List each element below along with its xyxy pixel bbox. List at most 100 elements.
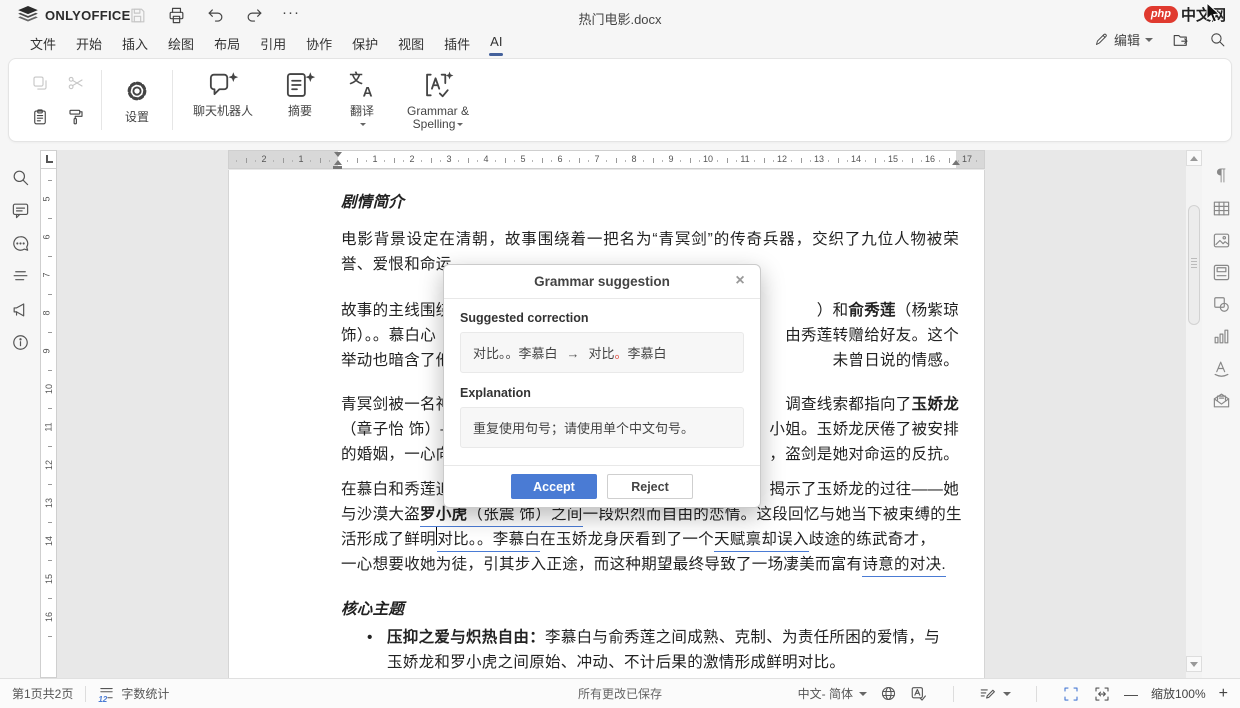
copy-button[interactable] [27,70,53,96]
summary-doc-icon [283,70,317,100]
zoom-level[interactable]: 缩放100% [1151,685,1206,702]
cut-button[interactable] [63,70,89,96]
shape-settings-icon[interactable] [1212,295,1231,314]
doc-line: 剧情简介 [341,190,959,215]
translate-button[interactable]: 文A 翻译 [339,66,385,135]
doc-text: 压抑之爱与炽热自由： [387,625,545,650]
dialog-header[interactable]: Grammar suggestion × [444,265,760,299]
h-ruler: 211234567891011121314151617 [228,150,985,169]
language-label: 中文- 简体 [798,685,853,702]
settings-label: 设置 [125,111,149,124]
doc-text: ，盗剑是她对命运的反抗。 [769,442,959,467]
doc-line: 电影背景设定在清朝，故事围绕着一把名为“青冥剑”的传奇兵器，交织了九位人物被荣 [341,227,959,252]
divider [101,70,102,130]
doc-text: 核心主题 [341,597,404,622]
tab-文件[interactable]: 文件 [20,30,66,56]
language-selector[interactable]: 中文- 简体 [798,685,867,702]
page-indicator[interactable]: 第1页共2页 [12,685,73,702]
app-header: ONLYOFFICE ··· 热门电影.docx php 中文网 文件开始插入绘… [0,0,1240,56]
scroll-up-button[interactable] [1186,150,1202,166]
chat-icon[interactable] [11,234,30,253]
table-settings-icon[interactable] [1212,199,1231,218]
spell-check-icon[interactable] [910,685,928,703]
tab-保护[interactable]: 保护 [342,30,388,56]
accept-button[interactable]: Accept [511,474,597,499]
left-indent-marker[interactable] [333,166,342,169]
chart-settings-icon[interactable] [1212,327,1231,346]
track-changes-button[interactable] [979,685,1011,703]
v-scrollbar-thumb[interactable] [1188,205,1200,325]
explanation-box: 重复使用句号；请使用单个中文句号。 [460,407,744,448]
paragraph-settings-icon[interactable]: ¶ [1216,166,1227,186]
tab-AI[interactable]: AI [480,30,512,56]
php-badge: php [1144,6,1178,23]
find-icon[interactable] [11,168,30,187]
hanging-indent-marker[interactable] [334,160,342,165]
first-line-indent-marker[interactable] [334,152,342,157]
doc-text: 举动也暗含了他 [341,348,452,373]
paste-button[interactable] [27,104,53,130]
grammar-suggestion-dialog: Grammar suggestion × Suggested correctio… [443,264,761,508]
doc-text: 誉、爱恨和命运 [341,252,452,277]
print-button[interactable] [165,5,187,27]
undo-button[interactable] [204,5,226,27]
word-count-button[interactable]: 12 字数统计 [98,685,169,702]
tab-插入[interactable]: 插入 [112,30,158,56]
tab-布局[interactable]: 布局 [204,30,250,56]
right-indent-marker[interactable] [952,160,960,165]
more-actions-button[interactable]: ··· [282,4,300,27]
chevron-down-icon [457,123,463,126]
tab-插件[interactable]: 插件 [434,30,480,56]
grammar-label-1: Grammar & [407,104,469,118]
open-file-location-button[interactable] [1171,31,1191,49]
tab-绘图[interactable]: 绘图 [158,30,204,56]
about-info-icon[interactable] [11,333,30,352]
app-logo: ONLYOFFICE [18,6,131,24]
doc-text: 电影背景设定在清朝，故事围绕着一把名为“青冥剑”的传奇兵器，交织了九位人物被荣 [341,231,959,248]
reject-button[interactable]: Reject [607,474,693,499]
ruler-corner-tab-selector[interactable] [40,150,57,169]
doc-text: （杨紫琼 [896,298,959,323]
doc-text: 与沙漠大盗 [341,502,420,527]
image-settings-icon[interactable] [1212,231,1231,250]
ai-toolbar: 设置 聊天机器人 摘要 文A 翻译 Grammar &Spelling [8,58,1232,142]
grammar-flagged-text: 天赋禀却误入 [714,527,809,552]
tab-协作[interactable]: 协作 [296,30,342,56]
tab-视图[interactable]: 视图 [388,30,434,56]
fit-width-button[interactable] [1093,685,1111,703]
zoom-out-button[interactable]: — [1124,686,1138,702]
ai-settings-button[interactable]: 设置 [114,72,160,128]
set-document-language-icon[interactable] [880,685,897,702]
doc-text: 剧情简介 [341,190,404,215]
close-icon[interactable]: × [730,271,750,291]
scroll-down-button[interactable] [1186,656,1202,672]
save-button[interactable] [126,5,148,27]
grammar-spelling-button[interactable]: Grammar &Spelling [399,66,477,135]
navigation-headings-icon[interactable] [11,267,30,286]
fit-page-button[interactable] [1062,685,1080,703]
grammar-label-2: Spelling [413,117,456,131]
header-footer-settings-icon[interactable] [1212,263,1231,282]
right-panel: ¶ [1202,150,1240,678]
chat-sparkle-icon [206,70,240,100]
mail-merge-icon[interactable] [1212,391,1231,410]
left-panel [0,150,40,678]
tab-开始[interactable]: 开始 [66,30,112,56]
doc-text: 故事的主线围绕 [341,298,452,323]
redo-button[interactable] [243,5,265,27]
search-button[interactable] [1209,31,1226,48]
summarize-button[interactable]: 摘要 [275,66,325,122]
tab-引用[interactable]: 引用 [250,30,296,56]
doc-text: 在慕白和秀莲追 [341,477,452,502]
zoom-in-button[interactable]: + [1219,685,1228,703]
doc-text: 玉娇龙和罗小虎之间原始、冲动、不计后果的激情形成鲜明对比。 [387,650,845,675]
chatbot-button[interactable]: 聊天机器人 [185,66,261,122]
corrected-text-2: 李慕白 [628,346,667,361]
feedback-icon[interactable] [11,300,30,319]
edit-mode-button[interactable]: 编辑 [1094,30,1153,49]
comments-icon[interactable] [11,201,30,220]
format-painter-button[interactable] [63,104,89,130]
word-count-icon: 12 [98,685,115,702]
text-art-settings-icon[interactable] [1212,359,1231,378]
doc-text: 调查线索都指向了 [785,392,911,417]
